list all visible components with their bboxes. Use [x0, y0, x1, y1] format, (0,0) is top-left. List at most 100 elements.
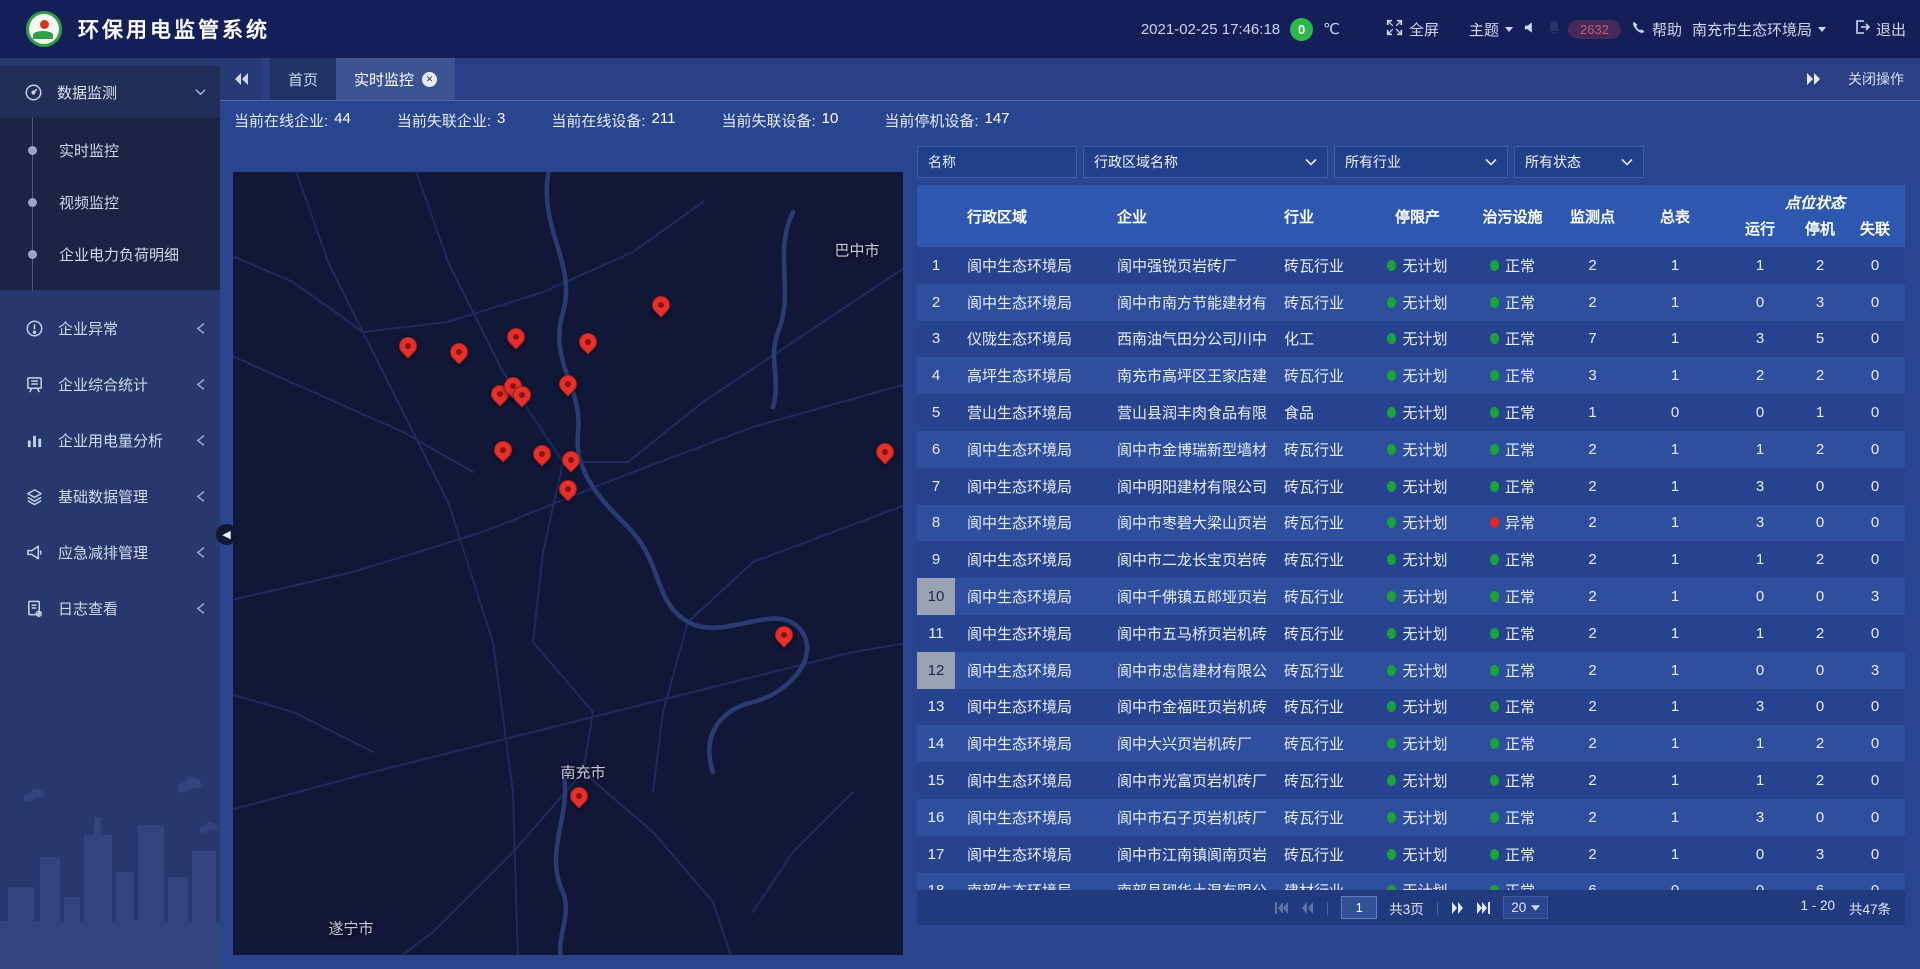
- cell-meters: 1: [1625, 725, 1725, 762]
- tab-bar: 首页实时监控✕ 关闭操作: [220, 58, 1920, 100]
- table-row[interactable]: 16阆中生态环境局阆中市石子页岩机砖厂砖瓦行业无计划正常21300: [917, 799, 1905, 836]
- cell-lost: 0: [1845, 394, 1905, 431]
- stat-value: 211: [652, 110, 676, 131]
- cell-lost: 0: [1845, 468, 1905, 505]
- cell-lost: 3: [1845, 652, 1905, 689]
- table-row[interactable]: 11阆中生态环境局阆中市五马桥页岩机砖砖瓦行业无计划正常21120: [917, 615, 1905, 652]
- cell-points: 2: [1560, 799, 1625, 836]
- tab-实时监控[interactable]: 实时监控✕: [336, 58, 455, 100]
- table-row[interactable]: 4高坪生态环境局南充市高坪区王家店建砖瓦行业无计划正常31220: [917, 357, 1905, 394]
- table-row[interactable]: 1阆中生态环境局阆中强锐页岩砖厂砖瓦行业无计划正常21120: [917, 247, 1905, 284]
- prev-page-button[interactable]: [1301, 902, 1314, 914]
- page-number-input[interactable]: [1341, 896, 1377, 919]
- user-org-dropdown[interactable]: 南充市生态环境局: [1692, 19, 1826, 40]
- cell-region: 阆中生态环境局: [955, 468, 1105, 505]
- close-operations-button[interactable]: 关闭操作: [1848, 69, 1904, 89]
- page-size-select[interactable]: 20: [1503, 896, 1548, 919]
- cell-facility: 正常: [1465, 394, 1560, 431]
- column-header-meters: 总表: [1625, 185, 1725, 247]
- stat-item: 当前停机设备:147: [884, 110, 1009, 131]
- cell-stop: 无计划: [1370, 247, 1465, 284]
- cell-region: 阆中生态环境局: [955, 431, 1105, 468]
- sidebar-subitem-2[interactable]: 视频监控: [0, 176, 220, 228]
- status-dot-green: [1490, 775, 1499, 786]
- table-row[interactable]: 6阆中生态环境局阆中市金博瑞新型墙材砖瓦行业无计划正常21120: [917, 431, 1905, 468]
- sidebar-collapse-button[interactable]: ◀: [216, 524, 237, 545]
- cell-stopped: 0: [1795, 652, 1845, 689]
- cell-meters: 1: [1625, 615, 1725, 652]
- cell-lost: 0: [1845, 615, 1905, 652]
- table-row[interactable]: 10阆中生态环境局阆中千佛镇五郎垭页岩砖瓦行业无计划正常21003: [917, 578, 1905, 615]
- table-row[interactable]: 9阆中生态环境局阆中市二龙长宝页岩砖砖瓦行业无计划正常21120: [917, 541, 1905, 578]
- table-row[interactable]: 2阆中生态环境局阆中市南方节能建材有砖瓦行业无计划正常21030: [917, 284, 1905, 321]
- cell-run: 1: [1725, 431, 1795, 468]
- sidebar-subitem-1[interactable]: 实时监控: [0, 124, 220, 176]
- cell-stop: 无计划: [1370, 541, 1465, 578]
- sidebar-item[interactable]: 企业异常: [0, 300, 220, 356]
- help-button[interactable]: 帮助: [1631, 19, 1682, 40]
- sidebar-item[interactable]: 企业用电量分析: [0, 412, 220, 468]
- table-row[interactable]: 14阆中生态环境局阆中大兴页岩机砖厂砖瓦行业无计划正常21120: [917, 725, 1905, 762]
- sidebar-item[interactable]: 应急减排管理: [0, 524, 220, 580]
- filter-select-3[interactable]: 所有状态: [1514, 146, 1644, 178]
- next-page-button[interactable]: [1451, 902, 1464, 914]
- last-page-button[interactable]: [1476, 902, 1491, 914]
- status-dot-green: [1490, 481, 1499, 492]
- stat-item: 当前在线企业:44: [234, 110, 351, 131]
- table-row[interactable]: 7阆中生态环境局阆中明阳建材有限公司砖瓦行业无计划正常21300: [917, 468, 1905, 505]
- stats-bar: 当前在线企业:44当前失联企业:3当前在线设备:211当前失联设备:10当前停机…: [220, 100, 1920, 140]
- cell-meters: 1: [1625, 505, 1725, 542]
- filter-select-1[interactable]: 行政区域名称: [1083, 146, 1328, 178]
- cell-num: 18: [917, 873, 955, 890]
- status-dot-green: [1490, 812, 1499, 823]
- status-dot-green: [1490, 628, 1499, 639]
- logout-button[interactable]: 退出: [1854, 19, 1906, 40]
- tab-close-icon[interactable]: ✕: [422, 72, 437, 87]
- table-row[interactable]: 13阆中生态环境局阆中市金福旺页岩机砖砖瓦行业无计划正常21300: [917, 689, 1905, 726]
- table-row[interactable]: 8阆中生态环境局阆中市枣碧大梁山页岩砖瓦行业无计划异常21300: [917, 505, 1905, 542]
- column-header-points: 监测点: [1560, 185, 1625, 247]
- table-row[interactable]: 5营山生态环境局营山县润丰肉食品有限食品无计划正常10010: [917, 394, 1905, 431]
- tab-label: 首页: [288, 69, 318, 90]
- notifications[interactable]: 2632: [1546, 19, 1621, 39]
- sidebar-section-data-monitoring[interactable]: 数据监测: [0, 66, 220, 118]
- cell-num: 4: [917, 357, 955, 394]
- cell-num: 14: [917, 725, 955, 762]
- tabs-scroll-left-button[interactable]: [220, 58, 262, 100]
- pagination-bar: | 共3页 | 20 1 - 20 共47条: [917, 890, 1905, 925]
- map-panel[interactable]: 巴中市南充市遂宁市: [233, 172, 903, 955]
- stat-item: 当前失联设备:10: [721, 110, 838, 131]
- pin-center-dot: [575, 792, 583, 800]
- tab-首页[interactable]: 首页: [270, 58, 336, 100]
- theme-dropdown[interactable]: 主题: [1469, 19, 1513, 40]
- sidebar-item[interactable]: 企业综合统计: [0, 356, 220, 412]
- status-dot-green: [1387, 812, 1396, 823]
- first-page-button[interactable]: [1274, 902, 1289, 914]
- fullscreen-button[interactable]: 全屏: [1386, 19, 1439, 40]
- status-dot-green: [1387, 370, 1396, 381]
- table-row[interactable]: 15阆中生态环境局阆中市光富页岩机砖厂砖瓦行业无计划正常21120: [917, 762, 1905, 799]
- cell-points: 6: [1560, 873, 1625, 890]
- table-row[interactable]: 12阆中生态环境局阆中市忠信建材有限公砖瓦行业无计划正常21003: [917, 652, 1905, 689]
- sidebar-subitem-3[interactable]: 企业电力负荷明细: [0, 228, 220, 280]
- sidebar-item[interactable]: 基础数据管理: [0, 468, 220, 524]
- cell-industry: 砖瓦行业: [1272, 505, 1370, 542]
- bullet-dot-icon: [28, 146, 37, 155]
- filter-select-2[interactable]: 所有行业: [1334, 146, 1508, 178]
- cell-meters: 1: [1625, 468, 1725, 505]
- table-row[interactable]: 17阆中生态环境局阆中市江南镇阆南页岩砖瓦行业无计划正常21030: [917, 836, 1905, 873]
- tabs-scroll-right-button[interactable]: [1806, 72, 1822, 86]
- cell-company: 阆中大兴页岩机砖厂: [1105, 725, 1272, 762]
- table-row[interactable]: 18南部生态环境局南部县砌华土混有限公建材行业无计划正常60060: [917, 873, 1905, 890]
- name-filter-input[interactable]: [917, 146, 1077, 178]
- status-dot-green: [1387, 628, 1396, 639]
- cell-facility: 正常: [1465, 284, 1560, 321]
- chevron-left-icon: [196, 378, 206, 391]
- status-dot-green: [1387, 297, 1396, 308]
- sidebar-item[interactable]: 日志查看: [0, 580, 220, 636]
- mute-button[interactable]: [1523, 21, 1536, 38]
- bell-icon: [1546, 19, 1562, 39]
- cell-run: 3: [1725, 689, 1795, 726]
- table-row[interactable]: 3仪陇生态环境局西南油气田分公司川中化工无计划正常71350: [917, 321, 1905, 358]
- status-dot-green: [1490, 297, 1499, 308]
